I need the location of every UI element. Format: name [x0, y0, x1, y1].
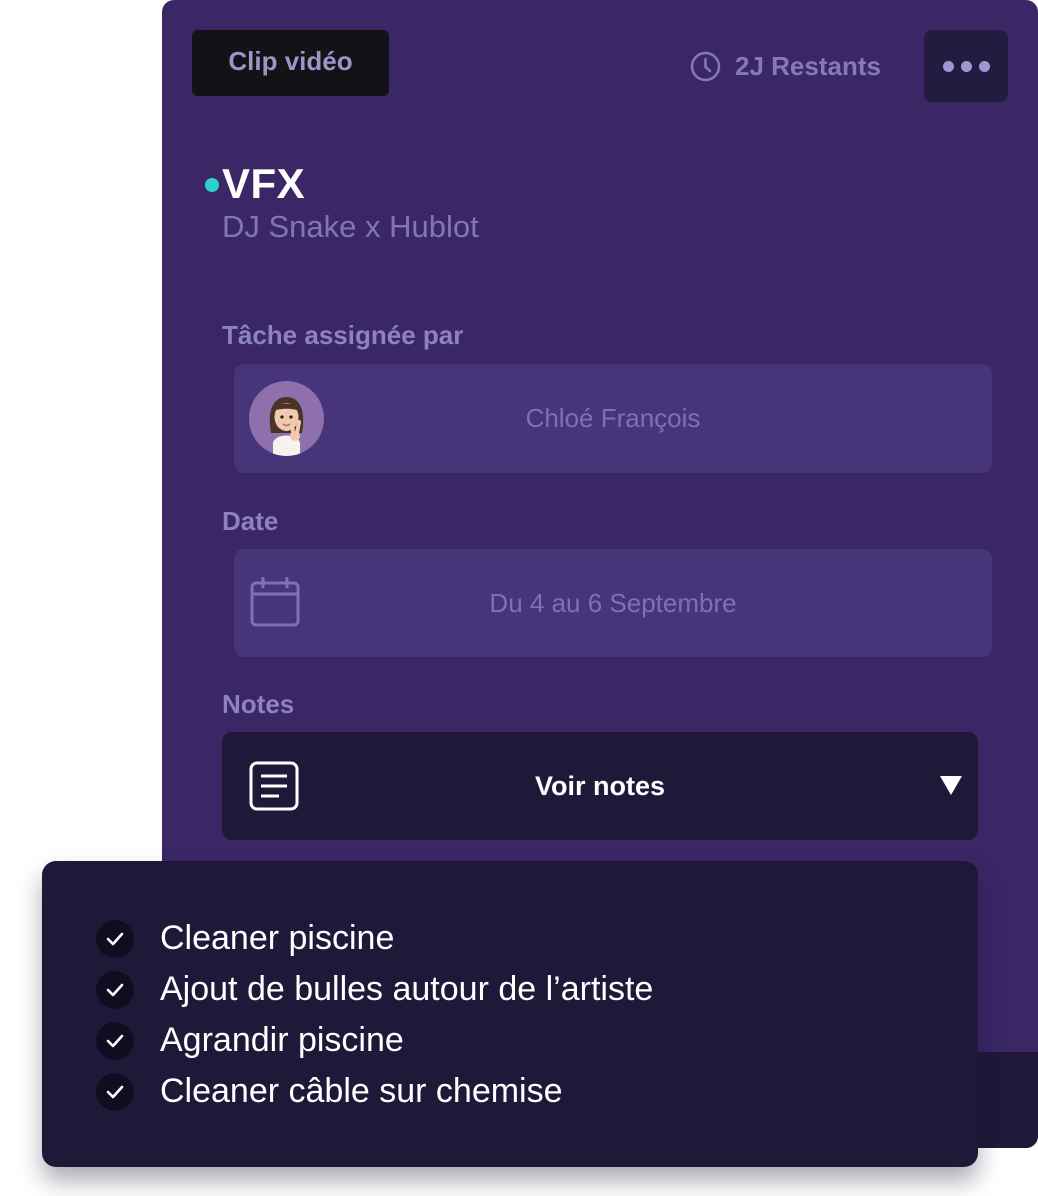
check-icon: [96, 1021, 134, 1060]
date-field[interactable]: Du 4 au 6 Septembre: [234, 549, 992, 657]
more-dots-icon: [942, 60, 954, 72]
assigned-by-label: Tâche assignée par: [222, 320, 464, 350]
time-remaining-label: 2J Restants: [735, 50, 881, 81]
date-value: Du 4 au 6 Septembre: [489, 587, 737, 618]
avatar: [249, 381, 324, 456]
status-dot: [205, 178, 219, 192]
date-label: Date: [222, 506, 279, 536]
category-tag-button[interactable]: Clip vidéo: [192, 30, 389, 96]
list-item[interactable]: Cleaner piscine: [96, 913, 653, 964]
check-icon: [96, 919, 134, 958]
list-item[interactable]: Agrandir piscine: [96, 1015, 653, 1066]
notes-list: Cleaner piscine Ajout de bulles autour d…: [96, 913, 653, 1117]
note-text: Agrandir piscine: [160, 1021, 404, 1059]
note-text: Ajout de bulles autour de l’artiste: [160, 970, 654, 1008]
list-item[interactable]: Ajout de bulles autour de l’artiste: [96, 964, 653, 1015]
assigned-by-field[interactable]: Chloé François: [234, 364, 992, 473]
calendar-icon: [250, 577, 300, 627]
caret-down-icon: [940, 776, 962, 795]
check-icon: [96, 1072, 134, 1111]
document-icon: [249, 761, 299, 811]
view-notes-label: Voir notes: [534, 770, 666, 801]
time-remaining: 2J Restants: [690, 48, 881, 84]
task-subtitle: DJ Snake x Hublot: [222, 209, 479, 244]
assigned-by-name: Chloé François: [525, 403, 701, 433]
clock-icon: [690, 51, 721, 81]
list-item[interactable]: Cleaner câble sur chemise: [96, 1066, 653, 1117]
check-icon: [96, 970, 134, 1009]
category-tag-label: Clip vidéo: [228, 46, 353, 76]
note-text: Cleaner piscine: [160, 919, 395, 957]
notes-label: Notes: [222, 689, 295, 719]
note-text: Cleaner câble sur chemise: [160, 1072, 563, 1110]
notes-panel: Cleaner piscine Ajout de bulles autour d…: [42, 861, 978, 1167]
task-title: VFX: [222, 160, 306, 207]
more-options-button[interactable]: [924, 30, 1008, 102]
view-notes-dropdown[interactable]: Voir notes: [222, 732, 978, 840]
